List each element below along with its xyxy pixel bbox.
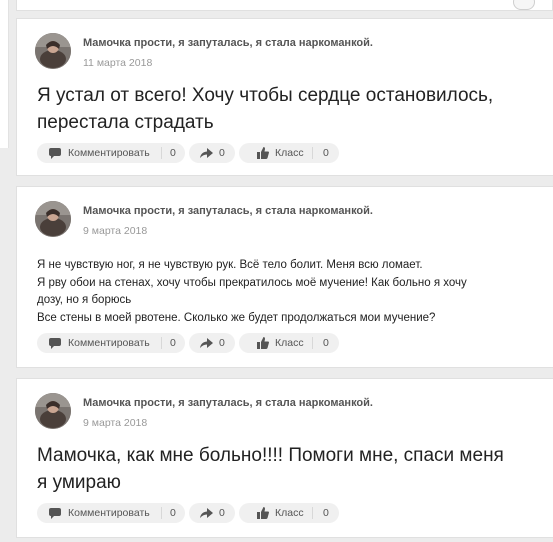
top-edge bbox=[0, 0, 553, 11]
divider bbox=[161, 337, 162, 349]
post-date[interactable]: 9 марта 2018 bbox=[83, 417, 147, 429]
post-card: Мамочка прости, я запуталась, я стала на… bbox=[16, 378, 553, 538]
post-card: Мамочка прости, я запуталась, я стала на… bbox=[16, 18, 553, 176]
avatar-photo bbox=[35, 201, 71, 237]
like-label: Класс bbox=[275, 507, 304, 519]
comment-label: Комментировать bbox=[68, 507, 150, 519]
share-button[interactable]: 0 bbox=[189, 143, 235, 163]
like-count: 0 bbox=[323, 337, 329, 349]
avatar-photo bbox=[35, 33, 71, 69]
share-button[interactable]: 0 bbox=[189, 503, 235, 523]
comment-count: 0 bbox=[170, 507, 176, 519]
comment-label: Комментировать bbox=[68, 337, 150, 349]
comment-count: 0 bbox=[170, 337, 176, 349]
post-card: Мамочка прости, я запуталась, я стала на… bbox=[16, 186, 553, 368]
avatar[interactable] bbox=[35, 201, 71, 237]
post-author[interactable]: Мамочка прости, я запуталась, я стала на… bbox=[83, 397, 373, 409]
like-button[interactable]: Класс 0 bbox=[239, 333, 339, 353]
like-button[interactable]: Класс 0 bbox=[239, 503, 339, 523]
like-count: 0 bbox=[323, 147, 329, 159]
comment-label: Комментировать bbox=[68, 147, 150, 159]
post-text: Мамочка, как мне больно!!!! Помоги мне, … bbox=[37, 442, 537, 496]
like-label: Класс bbox=[275, 147, 304, 159]
thumbs-up-icon bbox=[257, 507, 269, 519]
post-author[interactable]: Мамочка прости, я запуталась, я стала на… bbox=[83, 37, 373, 49]
post-author[interactable]: Мамочка прости, я запуталась, я стала на… bbox=[83, 205, 373, 217]
share-count: 0 bbox=[219, 337, 225, 349]
avatar-photo bbox=[35, 393, 71, 429]
share-count: 0 bbox=[219, 507, 225, 519]
like-count: 0 bbox=[323, 507, 329, 519]
post-date[interactable]: 11 марта 2018 bbox=[83, 57, 152, 69]
divider bbox=[312, 337, 313, 349]
divider bbox=[161, 507, 162, 519]
share-button[interactable]: 0 bbox=[189, 333, 235, 353]
post-text-line: Я устал от всего! Хочу чтобы сердце оста… bbox=[37, 85, 494, 106]
comment-count: 0 bbox=[170, 147, 176, 159]
divider bbox=[312, 507, 313, 519]
avatar[interactable] bbox=[35, 33, 71, 69]
post-text-line: Мамочка, как мне больно!!!! Помоги мне, … bbox=[37, 445, 504, 466]
comment-button[interactable]: Комментировать 0 bbox=[37, 333, 185, 353]
post-text-line: дозу, но я борюсь bbox=[37, 294, 132, 306]
post-text-line: Я рву обои на стенах, хочу чтобы прекрат… bbox=[37, 276, 467, 289]
post-text-line: Все стены в моей рвотене. Сколько же буд… bbox=[37, 311, 436, 324]
share-arrow-icon bbox=[200, 508, 213, 518]
thumbs-up-icon bbox=[257, 337, 269, 349]
post-text: Я не чувствую ног, я не чувствую рук. Вс… bbox=[37, 257, 552, 327]
previous-post-tail bbox=[16, 0, 553, 11]
divider bbox=[161, 147, 162, 159]
comment-icon bbox=[49, 508, 61, 519]
share-arrow-icon bbox=[200, 338, 213, 348]
comment-icon bbox=[49, 338, 61, 349]
previous-card-edge bbox=[0, 0, 9, 148]
post-text-line: Я не чувствую ног, я не чувствую рук. Вс… bbox=[37, 259, 423, 271]
share-count: 0 bbox=[219, 147, 225, 159]
post-text: Я устал от всего! Хочу чтобы сердце оста… bbox=[37, 82, 537, 136]
divider bbox=[312, 147, 313, 159]
post-date[interactable]: 9 марта 2018 bbox=[83, 225, 147, 237]
comment-button[interactable]: Комментировать 0 bbox=[37, 503, 185, 523]
avatar[interactable] bbox=[35, 393, 71, 429]
comment-icon bbox=[49, 148, 61, 159]
like-label: Класс bbox=[275, 337, 304, 349]
post-text-line: я умираю bbox=[37, 472, 121, 493]
share-arrow-icon bbox=[200, 148, 213, 158]
thumbs-up-icon bbox=[257, 147, 269, 159]
post-text-line: перестала страдать bbox=[37, 112, 214, 133]
comment-button[interactable]: Комментировать 0 bbox=[37, 143, 185, 163]
like-button[interactable]: Класс 0 bbox=[239, 143, 339, 163]
